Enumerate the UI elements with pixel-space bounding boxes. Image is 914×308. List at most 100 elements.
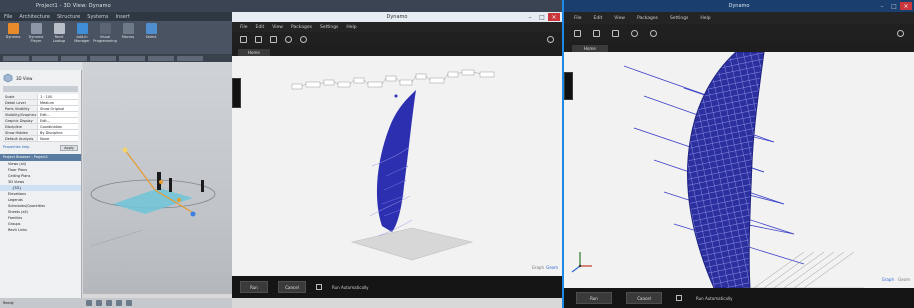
menu-item-packages[interactable]: Packages	[291, 25, 312, 30]
host-title-strip	[232, 0, 562, 12]
select-icon	[145, 23, 157, 34]
menu-item-insert[interactable]: Insert	[116, 14, 130, 20]
menu-item-packages[interactable]: Packages	[637, 16, 658, 21]
dynamo-canvas[interactable]: Graph Geom	[564, 51, 914, 289]
status-icon[interactable]	[116, 300, 122, 306]
graph-icon	[99, 23, 111, 34]
revit-title: Project1 - 3D View: Dynamo	[36, 3, 111, 9]
browser-item[interactable]: Revit Links	[0, 227, 81, 233]
addin-manager-button[interactable]: Add-In Manager	[72, 23, 92, 51]
run-automatically-checkbox[interactable]	[316, 284, 322, 290]
close-button[interactable]: ×	[900, 2, 912, 10]
ribbon-panel-tab	[148, 55, 174, 61]
ribbon-panel-tab	[90, 55, 116, 61]
control-point[interactable]	[177, 198, 181, 202]
zoom-toggle-geom[interactable]: Geom	[546, 265, 558, 270]
run-button[interactable]: Run	[576, 292, 612, 304]
tab-home[interactable]: Home	[572, 45, 608, 52]
open-file-icon[interactable]	[255, 35, 262, 43]
menu-item-structure[interactable]: Structure	[57, 14, 80, 20]
menu-item-file[interactable]: File	[4, 14, 12, 20]
maximize-button[interactable]: □	[536, 13, 548, 21]
floor-plane	[113, 188, 193, 214]
revit-3d-viewport[interactable]	[83, 62, 232, 294]
menu-item-file[interactable]: File	[574, 16, 582, 21]
axis-gizmo-icon	[571, 252, 592, 273]
properties-type-label: 3D View	[16, 75, 33, 81]
revit-title-bar: Project1 - 3D View: Dynamo	[0, 0, 232, 12]
status-icon[interactable]	[126, 300, 132, 306]
new-file-icon[interactable]	[240, 35, 247, 43]
redo-icon[interactable]	[650, 29, 657, 37]
apply-button[interactable]: Apply	[60, 145, 78, 151]
menu-item-edit[interactable]: Edit	[594, 16, 603, 21]
tab-home[interactable]: Home	[238, 49, 270, 56]
minimize-button[interactable]: –	[876, 2, 888, 10]
properties-help-link[interactable]: Properties help	[3, 145, 29, 151]
zoom-toggle-graph[interactable]: Graph	[532, 265, 544, 270]
property-row[interactable]: Default Analysis None	[3, 136, 78, 142]
ribbon-panel-tab	[119, 55, 145, 61]
control-point[interactable]	[159, 180, 163, 184]
save-icon[interactable]	[612, 29, 619, 37]
dynamo-title-bar: Dynamo – □ ×	[232, 12, 562, 22]
menu-item-file[interactable]: File	[240, 25, 248, 30]
taskbar-strip	[232, 298, 562, 308]
menu-item-architecture[interactable]: Architecture	[19, 14, 50, 20]
dynamo-window-small: Dynamo – □ × File Edit View Packages Set…	[232, 0, 562, 308]
revit-lookup-button[interactable]: Revit Lookup	[49, 23, 69, 51]
maximize-button[interactable]: □	[888, 2, 900, 10]
run-automatically-checkbox[interactable]	[676, 295, 682, 301]
dynamo-player-button[interactable]: Dynamo Player	[26, 23, 46, 51]
status-icon[interactable]	[96, 300, 102, 306]
menu-item-edit[interactable]: Edit	[256, 25, 265, 30]
redo-icon[interactable]	[300, 35, 307, 43]
zoom-toggle-graph[interactable]: Graph	[882, 277, 894, 282]
dynamo-title-bar: Dynamo – □ ×	[564, 0, 914, 12]
status-icon[interactable]	[106, 300, 112, 306]
zoom-toggle-geom[interactable]: Geom	[898, 277, 910, 282]
dynamo-toolbar	[232, 32, 562, 46]
camera-icon[interactable]	[547, 35, 554, 43]
menu-item-view[interactable]: View	[272, 25, 283, 30]
menu-item-view[interactable]: View	[614, 16, 625, 21]
graph-nodes	[291, 69, 495, 90]
library-side-tab[interactable]	[564, 72, 573, 100]
macro-icon	[122, 23, 134, 34]
dynamo-canvas[interactable]: Graph Geom	[232, 56, 562, 276]
ribbon-panel-tab	[61, 55, 87, 61]
dynamo-menu-bar: File Edit View Packages Settings Help	[564, 12, 914, 24]
menu-item-help[interactable]: Help	[346, 25, 356, 30]
new-file-icon[interactable]	[574, 29, 581, 37]
dynamo-tab-strip: Home	[232, 46, 562, 56]
save-icon[interactable]	[270, 35, 277, 43]
ribbon-panel-labels	[0, 54, 232, 62]
menu-item-settings[interactable]: Settings	[670, 16, 688, 21]
run-button[interactable]: Run	[240, 281, 268, 293]
minimize-button[interactable]: –	[524, 13, 536, 21]
undo-icon[interactable]	[285, 35, 292, 43]
open-file-icon[interactable]	[593, 29, 600, 37]
menu-item-help[interactable]: Help	[700, 16, 710, 21]
tower-element	[201, 180, 204, 192]
close-button[interactable]: ×	[548, 13, 560, 21]
ground-grid	[744, 251, 864, 289]
select-button[interactable]: Select	[141, 23, 161, 51]
menu-item-systems[interactable]: Systems	[87, 14, 108, 20]
dynamo-icon	[7, 23, 19, 34]
undo-icon[interactable]	[631, 29, 638, 37]
lookup-icon	[53, 23, 65, 34]
visual-programming-button[interactable]: Visual Programming	[93, 23, 117, 51]
cancel-button[interactable]: Cancel	[626, 292, 662, 304]
menu-item-settings[interactable]: Settings	[320, 25, 338, 30]
sun-path-line	[124, 149, 156, 191]
run-automatically-label: Run Automatically	[696, 295, 733, 301]
camera-icon[interactable]	[897, 29, 904, 37]
point-marker	[400, 116, 404, 120]
library-side-tab[interactable]	[232, 78, 241, 108]
dynamo-tool-button[interactable]: Dynamo	[3, 23, 23, 51]
status-text: Ready	[3, 301, 14, 305]
status-icon[interactable]	[86, 300, 92, 306]
macros-button[interactable]: Macros	[118, 23, 138, 51]
cancel-button[interactable]: Cancel	[278, 281, 306, 293]
